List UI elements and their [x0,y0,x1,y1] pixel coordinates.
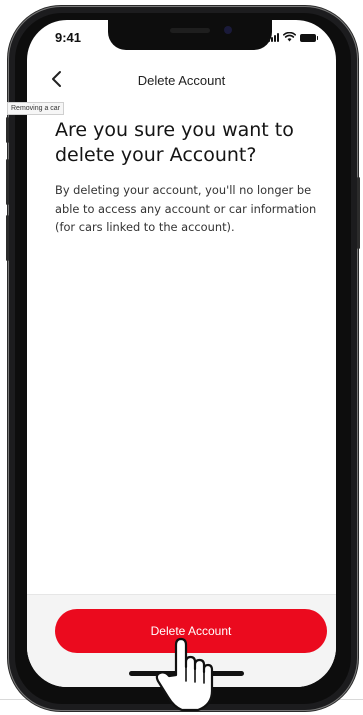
notch [108,20,272,50]
nav-bar: Delete Account [27,65,336,95]
cellular-signal-icon [268,33,279,42]
chevron-left-icon[interactable] [47,67,67,91]
confirm-description: By deleting your account, you'll no long… [55,183,317,234]
confirm-heading: Are you sure you want to delete your Acc… [55,119,294,166]
power-button [357,177,360,249]
battery-icon [300,34,318,42]
status-icons [268,32,318,42]
status-time: 9:41 [55,30,82,45]
stage: 9:41 Delete Account Are you sure you wan… [0,0,363,715]
silent-switch [6,117,9,143]
wifi-icon [283,32,296,42]
volume-up-button [6,159,9,205]
earpiece-speaker [170,28,210,33]
app-screen: 9:41 Delete Account Are you sure you wan… [27,20,336,687]
page-title: Delete Account [137,73,226,88]
hand-pointer-icon [155,637,214,712]
front-camera [224,26,232,34]
volume-down-button [6,215,9,261]
step-tooltip: Removing a car [7,102,65,115]
